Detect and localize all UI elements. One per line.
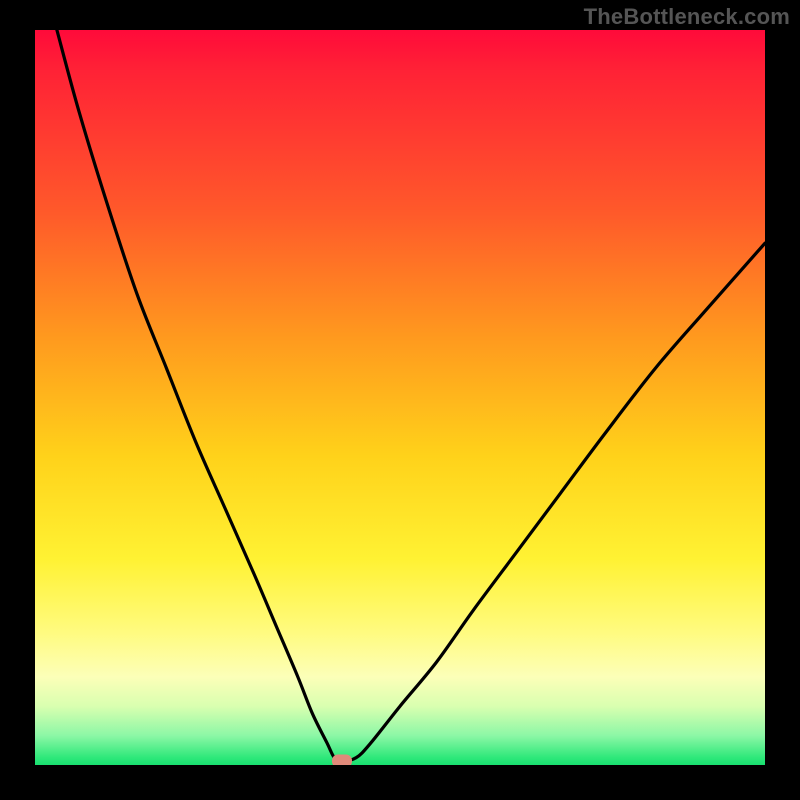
optimal-point-marker (332, 755, 352, 765)
plot-area (35, 30, 765, 765)
chart-frame: TheBottleneck.com (0, 0, 800, 800)
bottleneck-curve (35, 30, 765, 765)
watermark-text: TheBottleneck.com (584, 4, 790, 30)
